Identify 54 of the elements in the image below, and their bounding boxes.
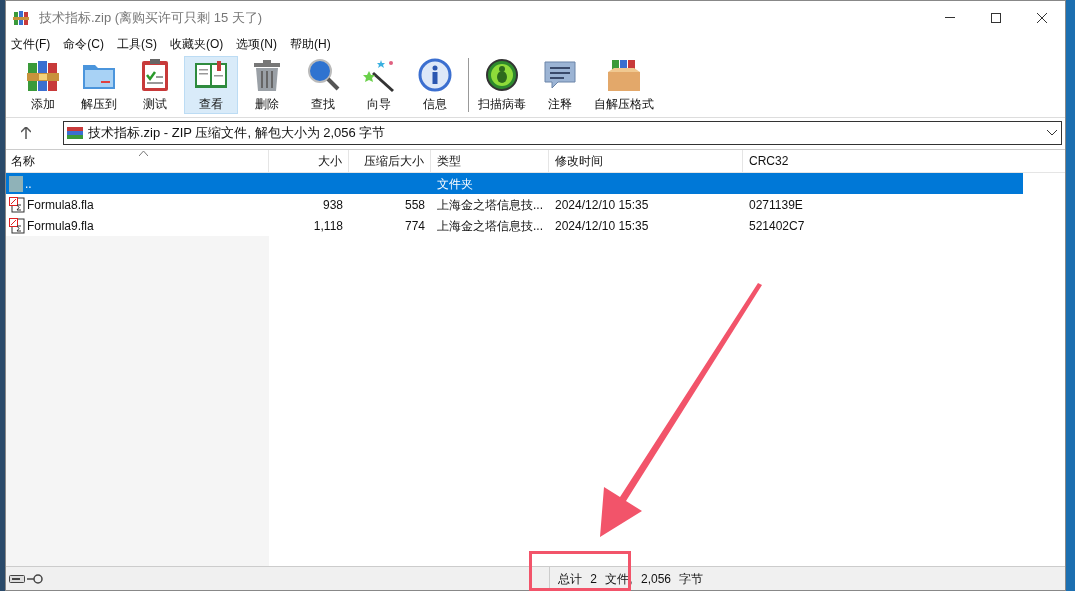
- toolbar-button[interactable]: 测试: [128, 56, 182, 114]
- table-cell: 0271139E: [749, 197, 803, 212]
- toolbar-button[interactable]: 添加: [16, 56, 70, 114]
- file-row[interactable]: Formula9.fla 1,118 774 上海金之塔信息技... 2024/12/10 15:35 521402C7: [6, 215, 1023, 236]
- table-cell: 上海金之塔信息技...: [437, 197, 543, 212]
- table-cell: 558: [404, 197, 425, 212]
- chevron-down-icon: [1047, 129, 1057, 136]
- maximize-icon: [991, 12, 1001, 23]
- menu-item[interactable]: 工具(S): [117, 34, 157, 53]
- close-icon: [1037, 12, 1047, 23]
- table-cell: 774: [404, 218, 425, 233]
- menu-item[interactable]: 命令(C): [63, 34, 104, 53]
- table-cell: 938: [322, 197, 343, 212]
- drive-icon: [9, 574, 25, 583]
- menu-item[interactable]: 收藏夹(O): [170, 34, 224, 53]
- formula-file-icon: [9, 217, 25, 234]
- toolbar-button[interactable]: 查看: [184, 56, 238, 114]
- minimize-icon: [945, 17, 955, 18]
- menu-item[interactable]: 选项(N): [236, 34, 277, 53]
- table-cell: 上海金之塔信息技...: [437, 218, 543, 233]
- address-field[interactable]: 技术指标.zip - ZIP 压缩文件, 解包大小为 2,056 字节: [63, 120, 1062, 145]
- table-cell: 521402C7: [749, 218, 805, 233]
- toolbar-button[interactable]: 删除: [240, 56, 294, 114]
- toolbar-button[interactable]: 注释: [533, 56, 587, 114]
- books-icon: [13, 9, 29, 26]
- sort-caret-icon: [139, 151, 148, 156]
- archive-icon: [67, 124, 83, 141]
- file-row[interactable]: .. 文件夹: [6, 173, 1023, 194]
- toolbar-button[interactable]: 扫描病毒: [473, 56, 531, 114]
- menu-item[interactable]: 帮助(H): [290, 34, 331, 53]
- toolbar-button[interactable]: 向导: [352, 56, 406, 114]
- table-cell: 2024/12/10 15:35: [555, 197, 649, 212]
- formula-file-icon: [9, 196, 25, 213]
- up-arrow-icon: [21, 126, 31, 139]
- menu-item[interactable]: 文件(F): [11, 34, 51, 53]
- magnifier-icon: [305, 57, 341, 93]
- table-cell-text: ..: [25, 175, 32, 193]
- column-header[interactable]: CRC32: [743, 150, 1023, 173]
- file-row[interactable]: Formula8.fla 938 558 上海金之塔信息技... 2024/12/10 15:35 0271139E: [6, 194, 1023, 215]
- key-icon: [27, 573, 43, 584]
- toolbar-button[interactable]: 解压到: [72, 56, 126, 114]
- table-cell-text: Formula8.fla: [27, 196, 94, 214]
- table-cell: 2024/12/10 15:35: [555, 218, 649, 233]
- status-summary: 总计 2 文件, 2,056 字节: [558, 570, 704, 588]
- info-icon: [417, 57, 453, 93]
- toolbar-button[interactable]: 信息: [408, 56, 462, 114]
- table-cell: 文件夹: [437, 176, 473, 191]
- window-title: 技术指标.zip (离购买许可只剩 15 天了): [39, 8, 263, 27]
- table-cell-text: Formula9.fla: [27, 217, 94, 235]
- toolbar-button[interactable]: 自解压格式: [589, 56, 659, 114]
- toolbar-button[interactable]: 查找: [296, 56, 350, 114]
- box-with-books-icon: [606, 57, 642, 93]
- folder-icon: [9, 175, 23, 192]
- table-cell: 1,118: [313, 218, 343, 233]
